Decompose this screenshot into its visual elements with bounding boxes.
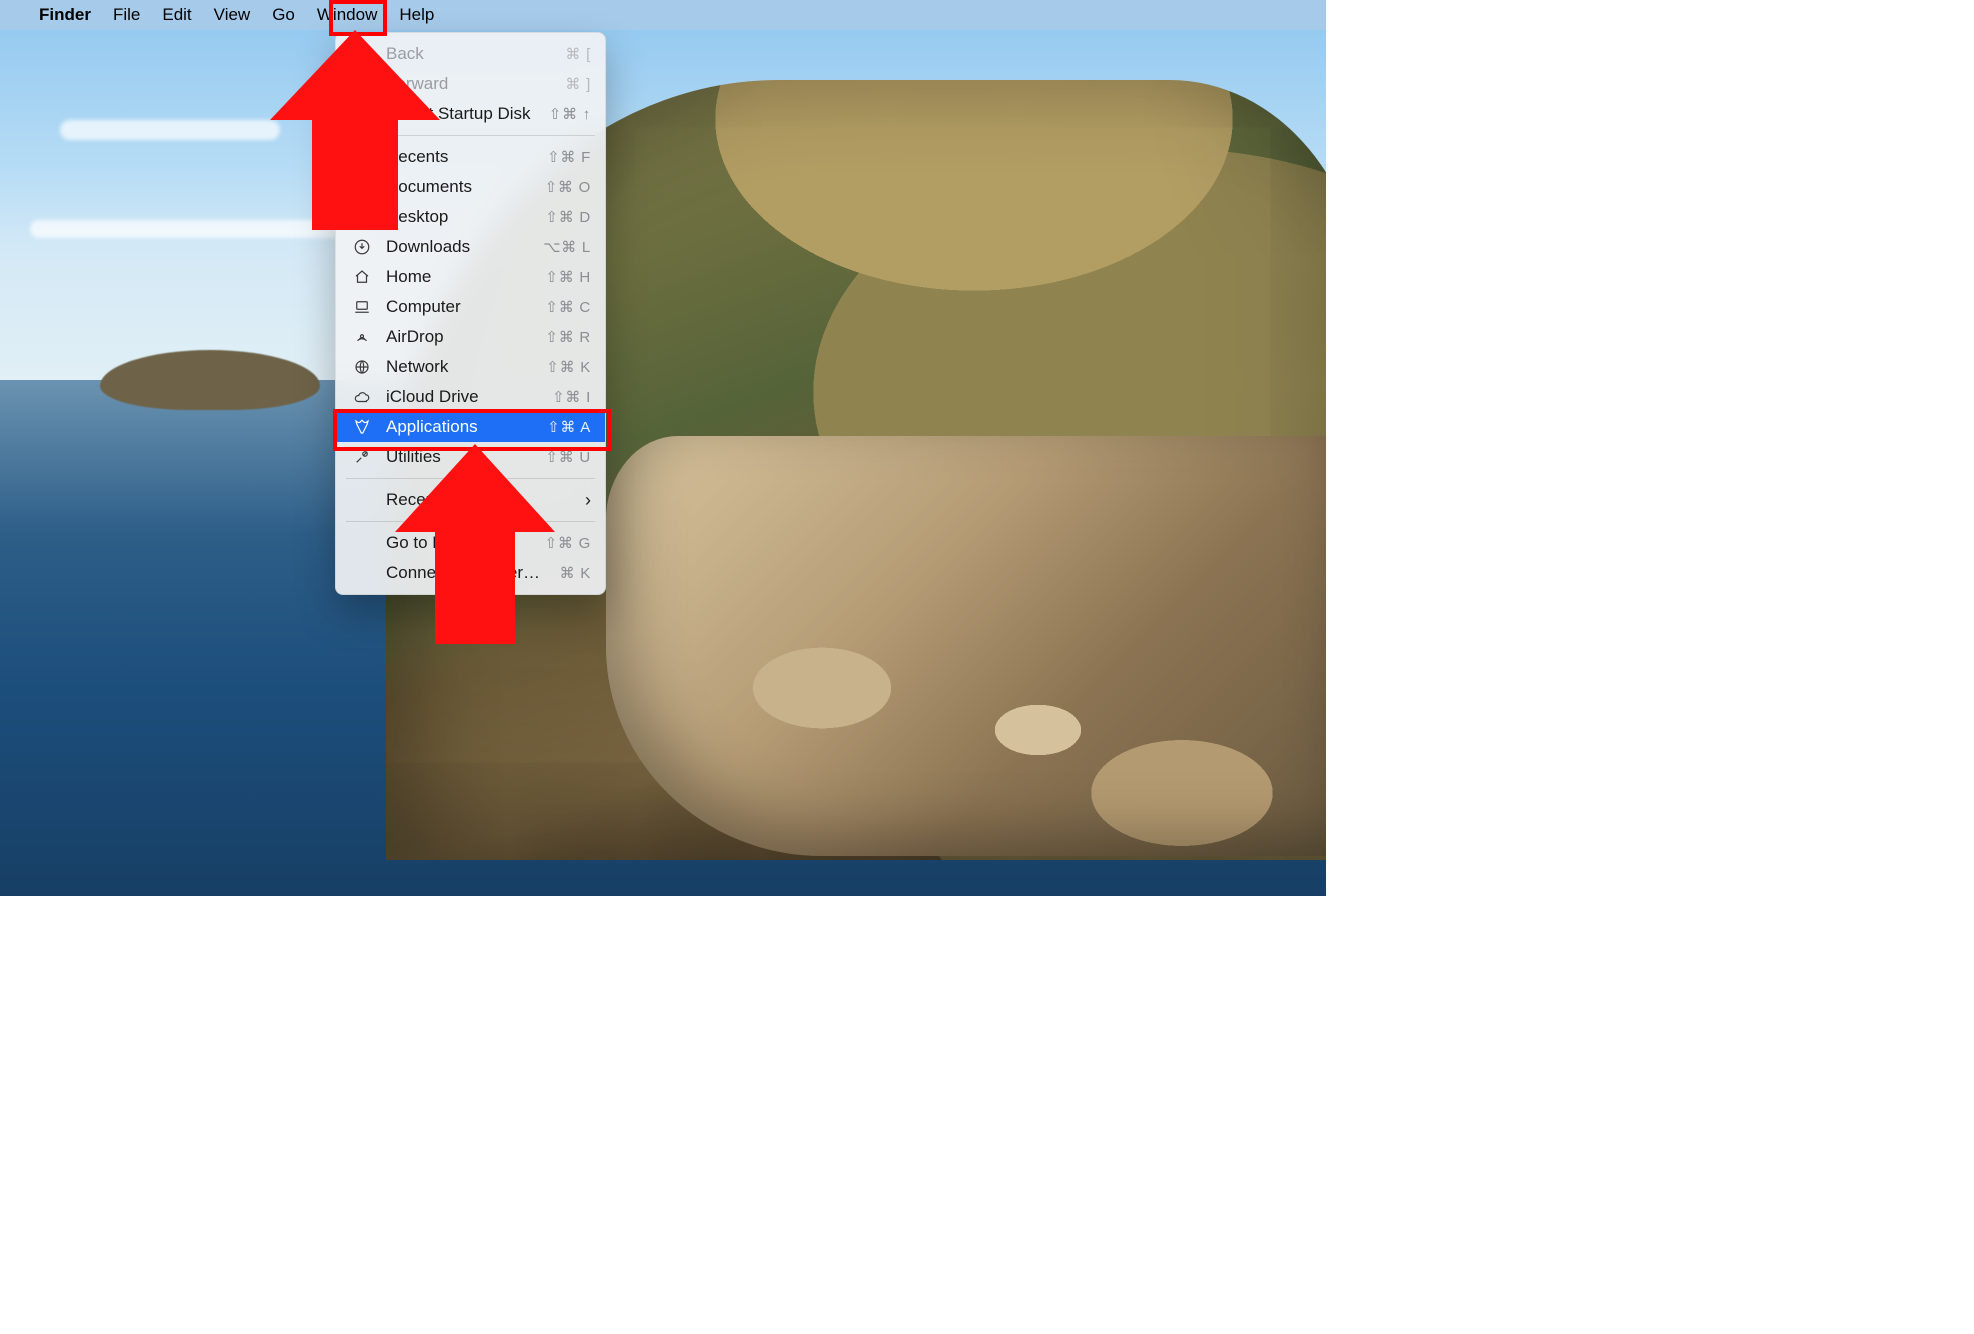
macos-desktop: Finder File Edit View Go Window Help Bac…	[0, 0, 1326, 896]
go-airdrop-shortcut: ⇧⌘ R	[545, 328, 591, 346]
wallpaper-catalina	[0, 0, 1326, 896]
go-airdrop-label: AirDrop	[386, 327, 531, 347]
go-forward-shortcut: ⌘ ]	[565, 75, 591, 93]
download-icon	[352, 238, 372, 256]
go-downloads-label: Downloads	[386, 237, 529, 257]
menu-view[interactable]: View	[203, 2, 262, 28]
go-back-shortcut: ⌘ [	[565, 45, 591, 63]
menu-file[interactable]: File	[102, 2, 151, 28]
go-network[interactable]: Network ⇧⌘ K	[336, 352, 605, 382]
go-computer-label: Computer	[386, 297, 531, 317]
annotation-arrow-up-to-applications	[395, 444, 555, 644]
go-computer-shortcut: ⇧⌘ C	[545, 298, 591, 316]
menu-window[interactable]: Window	[306, 2, 388, 28]
menu-help[interactable]: Help	[388, 2, 445, 28]
airdrop-icon	[352, 328, 372, 346]
home-icon	[352, 268, 372, 286]
go-applications[interactable]: Applications ⇧⌘ A	[336, 412, 605, 442]
annotation-arrow-up-to-go	[270, 30, 440, 230]
go-downloads-shortcut: ⌥⌘ L	[543, 238, 591, 256]
go-network-shortcut: ⇧⌘ K	[546, 358, 591, 376]
utilities-icon	[352, 448, 372, 466]
go-startup-disk-shortcut: ⇧⌘ ↑	[549, 105, 591, 123]
applications-icon	[352, 418, 372, 436]
go-network-label: Network	[386, 357, 532, 377]
go-home-label: Home	[386, 267, 531, 287]
go-icloud-shortcut: ⇧⌘ I	[552, 388, 591, 406]
menu-go[interactable]: Go	[261, 2, 306, 28]
go-downloads[interactable]: Downloads ⌥⌘ L	[336, 232, 605, 262]
go-icloud[interactable]: iCloud Drive ⇧⌘ I	[336, 382, 605, 412]
app-menu[interactable]: Finder	[28, 2, 102, 28]
menu-edit[interactable]: Edit	[151, 2, 202, 28]
menubar[interactable]: Finder File Edit View Go Window Help	[0, 0, 1326, 30]
go-connect-server-shortcut: ⌘ K	[560, 564, 591, 582]
go-documents-shortcut: ⇧⌘ O	[545, 178, 591, 196]
go-applications-shortcut: ⇧⌘ A	[547, 418, 591, 436]
go-recents-shortcut: ⇧⌘ F	[547, 148, 591, 166]
laptop-icon	[352, 298, 372, 316]
cloud-icon	[352, 388, 372, 406]
go-computer[interactable]: Computer ⇧⌘ C	[336, 292, 605, 322]
go-icloud-label: iCloud Drive	[386, 387, 538, 407]
globe-icon	[352, 358, 372, 376]
go-applications-label: Applications	[386, 417, 533, 437]
go-home[interactable]: Home ⇧⌘ H	[336, 262, 605, 292]
chevron-right-icon: ›	[585, 490, 591, 511]
go-airdrop[interactable]: AirDrop ⇧⌘ R	[336, 322, 605, 352]
go-desktop-shortcut: ⇧⌘ D	[545, 208, 591, 226]
go-home-shortcut: ⇧⌘ H	[545, 268, 591, 286]
